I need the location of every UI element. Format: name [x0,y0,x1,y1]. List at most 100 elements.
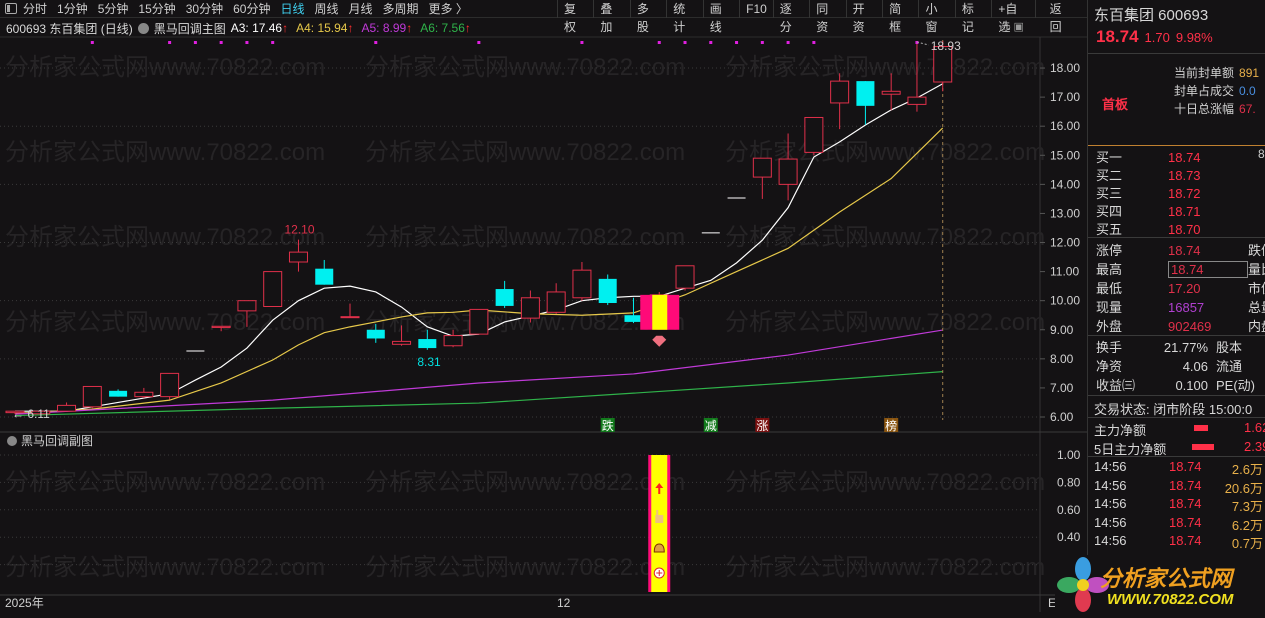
candle-body [392,340,412,345]
bid-label: 买一 [1096,150,1123,165]
watermark-text: 分析家公式网www.70822.com [365,224,685,251]
stat-value: 18.74 [1168,243,1201,258]
fund-label: 流通 [1216,359,1243,374]
candle-body [57,404,77,412]
price-tick-label: 7.00 [1050,381,1074,395]
toolbar-button-11[interactable]: 标记 [954,0,991,34]
diamond-icon[interactable]: ◇ [1002,21,1010,33]
kline-chart[interactable]: 分析家公式网www.70822.com 分析家公式网www.70822.com 分析… [0,0,1087,615]
expand-icon[interactable]: ▣ [1014,21,1024,33]
candle-body [288,251,308,263]
candle [804,116,824,156]
toolbar-button-3[interactable]: 统计 [666,0,702,34]
toolbar-button-8[interactable]: 开资 [845,0,882,34]
seal-row: 十日总涨幅 67. [1174,100,1256,117]
stat-row: 涨停 18.74 跌停 [1096,240,1265,259]
quote-panel: 东百集团 600693 18.74 1.70 9.98% 首板 当前封单额 891 封单占成交… [1087,0,1265,615]
indicator-settings-icon[interactable] [137,22,149,34]
stat-label: 内盘 [1248,319,1265,334]
price-tick-label: 14.00 [1050,177,1080,191]
stat-label: 最低 [1096,281,1123,296]
bid-row: 买三 18.72 [1096,183,1265,202]
stat-value: 16857 [1168,300,1205,315]
bid-row: 买二 18.73 [1096,165,1265,184]
tab-period-3[interactable]: 15分钟 [138,2,175,16]
candle-body [804,116,824,153]
trade-status: 交易状态: 闭市阶段 15:00:0 [1094,402,1253,417]
indicator-name[interactable]: 黑马回调主图 [154,20,226,37]
toolbar-button-7[interactable]: 同资 [809,0,845,34]
tab-period-7[interactable]: 周线 [314,2,338,16]
logo-title: 分析家公式网 [1100,566,1233,591]
tab-period-9[interactable]: 多周期 [383,2,419,16]
seal-row: 封单占成交 0.0 [1174,82,1256,99]
toolbar-button-2[interactable]: 多股 [629,0,666,34]
legend-item-a6: A6: 7.56↑ [420,21,471,35]
seal-row: 当前封单额 891 [1174,64,1259,81]
signal-dot [709,41,713,44]
bid-qty: 8 [1258,147,1265,161]
subchart-settings-icon [7,436,17,446]
candle-body [237,300,257,312]
toolbar-button-9[interactable]: 简框 [882,0,918,34]
candle-body [418,339,437,349]
legend-value: A4: 15.94 [296,21,348,35]
candle-body [263,271,283,307]
signal-dot [219,41,223,44]
main-chart-legend: 600693 东百集团 (日线) 黑马回调主图 A3: 17.46↑ A4: 15… [6,20,471,36]
signal-tag-label: 榜 [885,418,897,433]
divider [1088,456,1265,457]
price-annotation: 12.10 [284,223,314,237]
candle-body [830,80,850,104]
toolbar-button-10[interactable]: 小窗 [918,0,954,34]
signal-dot [193,41,197,44]
candle-body [572,269,592,299]
signal-dot [168,41,172,44]
toolbar-button-6[interactable]: 逐分 [772,0,809,34]
price-tick-label: 18.00 [1050,61,1080,75]
toolbar-button-13[interactable]: 返回 [1034,0,1087,34]
diamond-icon [652,335,667,347]
candle [134,387,154,399]
tab-period-6[interactable]: 日线 [280,2,304,16]
candle [598,274,617,306]
time-axis-label: 12 [557,596,571,610]
stock-name-code: 东百集团 600693 [1094,7,1209,24]
stat-row: 现量 16857 总量 [1096,297,1265,316]
fund-label: 净资 [1096,359,1123,374]
candle-body [752,157,772,178]
stat-value: 17.20 [1168,281,1201,296]
toolbar-button-4[interactable]: 画线 [702,0,739,34]
tab-period-8[interactable]: 月线 [349,2,373,16]
fund-label: PE(动) [1216,378,1256,393]
tab-period-10[interactable]: 更多 〉 [429,2,468,16]
toolbar-button-1[interactable]: 叠加 [593,0,629,34]
candle-body [134,391,154,398]
price-tick-label: 6.00 [1050,410,1074,424]
tab-period-5[interactable]: 60分钟 [233,2,270,16]
toolbar-button-12[interactable]: +自选 [991,0,1034,34]
tab-period-1[interactable]: 1分钟 [57,2,88,16]
price-tick-label: 11.00 [1050,265,1079,279]
panel-toggle-icon[interactable] [5,3,17,14]
tick-volume: 0.7万 [1231,536,1263,552]
toolbar-button-5[interactable]: F10 [739,0,773,18]
watermark-text: 分析家公式网www.70822.com [5,554,325,581]
signal-tag-label: 减 [705,419,717,433]
candle [546,283,566,314]
signal-box-center [652,294,668,330]
watermark-text: 分析家公式网www.70822.com [5,139,325,166]
toolbar-button-0[interactable]: 复权 [557,0,593,34]
tab-period-2[interactable]: 5分钟 [98,2,129,16]
board-tag: 首板 [1102,97,1129,112]
price-tick-label: 8.00 [1050,352,1074,366]
legend-value: A5: 8.99 [361,21,407,35]
period-toolbar: 分时 1分钟 5分钟 15分钟 30分钟 60分钟 日线 周线 月线 多周期 更多 〉 复权 叠加 多股… [0,0,1087,34]
tick-time: 14:56 [1094,533,1127,549]
price-line: 18.74 1.70 9.98% [1096,27,1265,47]
price-tick-label: 17.00 [1050,90,1080,104]
chart-corner-controls: ◇ ▣ [1002,20,1024,33]
tab-period-4[interactable]: 30分钟 [186,2,223,16]
fund-value: 0.100 [1175,378,1208,393]
tab-period-0[interactable]: 分时 [23,2,47,16]
